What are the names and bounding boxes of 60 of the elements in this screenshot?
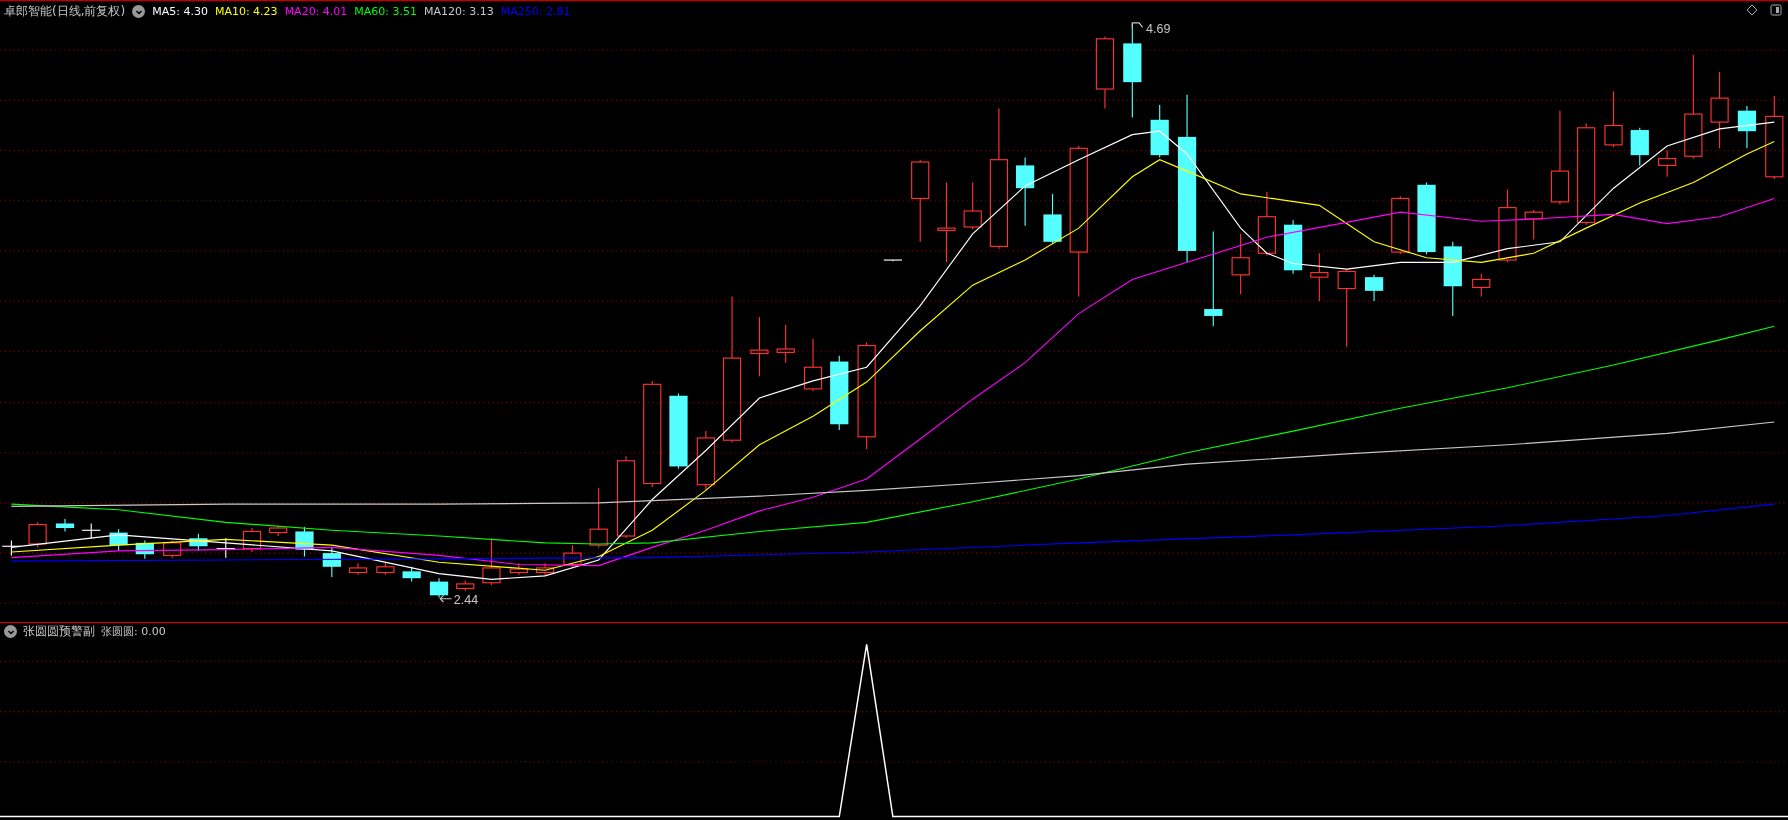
candlestick bbox=[509, 562, 528, 576]
low-arrow-icon bbox=[439, 594, 453, 603]
panel-toggle-icon[interactable] bbox=[1770, 4, 1782, 16]
high-marker-icon bbox=[1131, 22, 1144, 28]
candlestick bbox=[429, 577, 449, 599]
candlestick bbox=[1016, 156, 1035, 227]
indicator-value: 张圆圆: 0.00 bbox=[101, 624, 166, 639]
candlestick bbox=[242, 527, 262, 553]
candlestick bbox=[1472, 273, 1491, 298]
moving-average-value: MA250: 2.81 bbox=[500, 5, 571, 18]
candlestick bbox=[1150, 104, 1169, 158]
candlestick bbox=[535, 562, 555, 577]
candlestick bbox=[109, 528, 128, 552]
candlestick bbox=[456, 579, 475, 592]
candlestick bbox=[163, 540, 182, 559]
chart-title: 卓郎智能(日线,前复权) bbox=[4, 3, 126, 20]
candlestick bbox=[963, 181, 982, 230]
candlestick bbox=[482, 537, 501, 586]
candlestick bbox=[348, 562, 368, 576]
candlestick bbox=[1391, 195, 1410, 255]
candlestick bbox=[28, 521, 47, 548]
dropdown-icon[interactable] bbox=[132, 5, 146, 18]
candlestick bbox=[776, 324, 795, 364]
low-price-label: 2.44 bbox=[453, 593, 479, 608]
candlestick bbox=[1284, 219, 1303, 275]
candlestick bbox=[269, 525, 288, 537]
candlestick bbox=[1658, 150, 1677, 178]
candlestick bbox=[1630, 127, 1649, 166]
dropdown-icon[interactable] bbox=[4, 625, 17, 638]
candlestick bbox=[1310, 252, 1329, 302]
diamond-icon[interactable] bbox=[1746, 4, 1758, 16]
candlestick bbox=[589, 487, 608, 548]
candlestick bbox=[1257, 191, 1276, 257]
candlestick bbox=[696, 430, 715, 491]
moving-average-value: MA10: 4.23 bbox=[214, 5, 278, 18]
moving-average-value: MA5: 4.30 bbox=[152, 5, 208, 18]
candlestick bbox=[1231, 233, 1250, 295]
candlestick bbox=[295, 526, 314, 558]
candlestick bbox=[1364, 274, 1384, 302]
moving-average-value: MA20: 4.01 bbox=[284, 5, 348, 18]
candlestick bbox=[563, 544, 582, 568]
candlestick bbox=[803, 338, 823, 392]
candlestick bbox=[1524, 209, 1543, 241]
candlestick bbox=[750, 316, 769, 377]
candlestick bbox=[402, 566, 421, 583]
high-price-label: 4.69 bbox=[1146, 22, 1171, 37]
candlestick bbox=[1604, 90, 1623, 148]
candlestick bbox=[883, 259, 903, 262]
indicator-title: 张圆圆预警副 bbox=[23, 623, 95, 640]
candlestick bbox=[1737, 105, 1757, 149]
candlestick bbox=[1043, 193, 1062, 245]
candlestick bbox=[135, 540, 154, 560]
candlestick bbox=[81, 522, 101, 539]
candlestick bbox=[322, 546, 341, 578]
moving-average-value: MA120: 3.13 bbox=[424, 5, 494, 18]
candlestick bbox=[216, 537, 236, 559]
candlestick bbox=[189, 533, 208, 552]
candlestick bbox=[376, 561, 395, 576]
candlestick bbox=[55, 518, 75, 532]
moving-average-value: MA60: 3.51 bbox=[354, 5, 418, 18]
